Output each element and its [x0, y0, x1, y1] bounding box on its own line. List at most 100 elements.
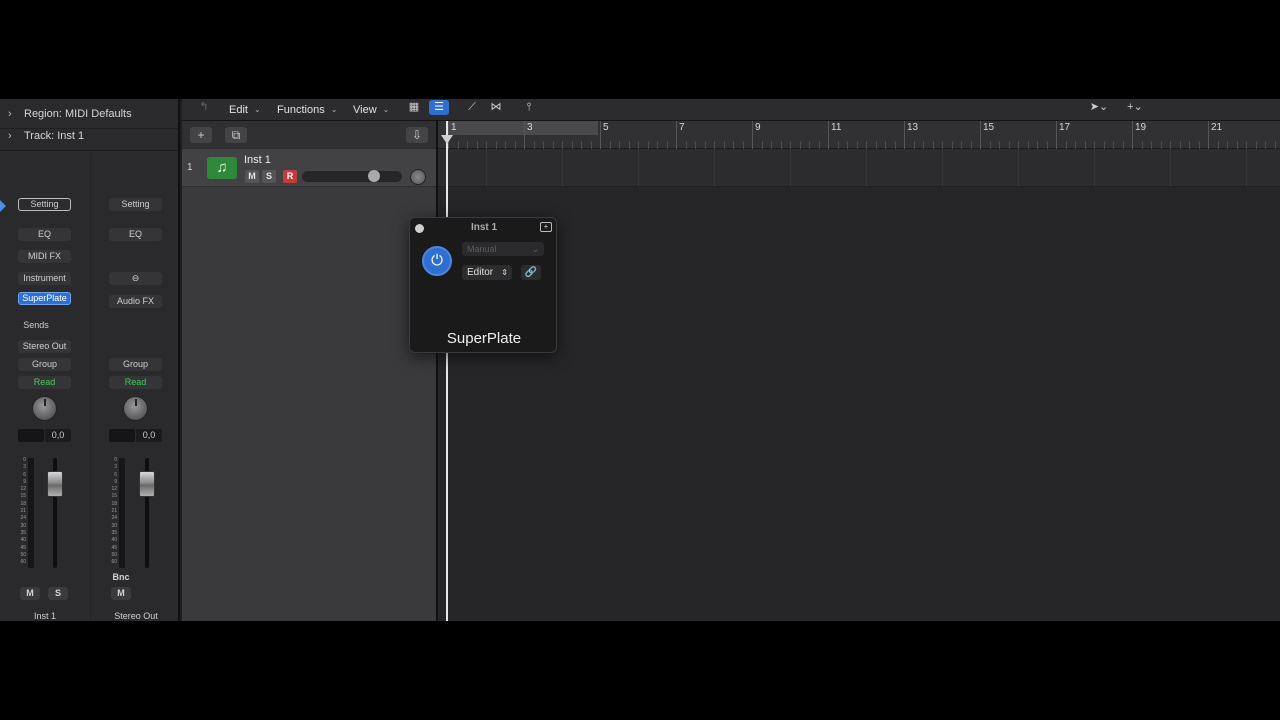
sub-tick	[799, 141, 801, 149]
mute-button[interactable]: M	[111, 587, 131, 600]
level-meter	[28, 458, 34, 568]
power-icon[interactable]: ⏻	[422, 246, 452, 276]
record-enable-button[interactable]: R	[283, 170, 297, 183]
sub-tick	[552, 141, 554, 149]
instrument-slot[interactable]: Instrument	[18, 272, 71, 285]
grid-view-icon[interactable]: ▦	[404, 100, 424, 115]
eq-slot[interactable]: EQ	[109, 228, 162, 241]
automation-mode-button[interactable]: Read	[18, 376, 71, 389]
music-note-icon[interactable]: ♫	[207, 157, 237, 179]
track-header-row[interactable]: 1 ♫ Inst 1 M S R	[182, 149, 436, 187]
sub-tick	[1037, 141, 1038, 149]
midi-fx-slot[interactable]: MIDI FX	[18, 250, 71, 263]
track-lane[interactable]	[438, 149, 1280, 187]
grid-line	[942, 149, 943, 187]
crossfade-icon[interactable]: ⋈	[486, 100, 506, 115]
meter-scale-label: 60	[111, 559, 117, 566]
bar-tick	[1208, 121, 1209, 149]
link-icon[interactable]: ⊖	[109, 272, 162, 285]
eq-slot[interactable]: EQ	[18, 228, 71, 241]
cycle-region[interactable]	[448, 121, 598, 135]
sub-tick	[942, 141, 943, 149]
sub-tick	[733, 141, 734, 149]
bar-number: 9	[755, 122, 761, 133]
group-slot[interactable]: Group	[109, 358, 162, 371]
volume-fader-cap[interactable]	[47, 471, 63, 497]
secondary-tool-icon[interactable]: +⌄	[1120, 100, 1150, 115]
meter-scale: 0 3 6 9 12 15 18 21 24 30 35 40 45 50 60	[14, 457, 26, 567]
chevron-down-icon: ⌄	[531, 244, 539, 254]
strip-name: Stereo Out	[114, 611, 158, 621]
track-volume-slider[interactable]	[302, 170, 402, 182]
catch-icon[interactable]: ⇩	[406, 127, 428, 143]
bounce-button[interactable]: Bnc	[111, 571, 131, 584]
sub-tick	[989, 141, 991, 149]
updown-chevron-icon: ⇕	[501, 268, 508, 277]
sub-tick	[638, 141, 639, 149]
preset-dropdown[interactable]: Manual ⌄	[462, 242, 544, 256]
expand-icon[interactable]: +	[540, 222, 552, 232]
solo-button[interactable]: S	[48, 587, 68, 600]
duplicate-track-icon[interactable]: ⧉	[225, 127, 247, 143]
sub-tick	[1065, 141, 1067, 149]
chevron-down-icon: ⌄	[382, 105, 390, 114]
view-mode-dropdown[interactable]: Editor ⇕	[462, 265, 512, 280]
balance-knob[interactable]	[123, 396, 148, 421]
sub-tick	[666, 141, 668, 149]
bar-number: 11	[831, 122, 842, 133]
pan-knob[interactable]	[32, 396, 57, 421]
view-menu[interactable]: View ⌄	[353, 99, 389, 121]
sub-tick	[1141, 141, 1143, 149]
plugin-slot-superplate[interactable]: SuperPlate	[18, 292, 71, 305]
volume-slider-thumb[interactable]	[368, 170, 380, 182]
track-solo-button[interactable]: S	[262, 170, 276, 183]
sub-tick	[1160, 141, 1162, 149]
volume-fader-cap[interactable]	[139, 471, 155, 497]
track-pan-knob[interactable]	[410, 169, 426, 185]
bar-tick	[1056, 121, 1057, 149]
edit-menu[interactable]: Edit ⌄	[229, 99, 261, 121]
volume-value: 0,0	[136, 429, 162, 442]
sub-tick	[1122, 141, 1124, 149]
plugin-window[interactable]: Inst 1 + ⏻ Manual ⌄ Editor ⇕ 🔗 SuperPlate	[409, 217, 557, 353]
sub-tick	[894, 141, 896, 149]
setting-button[interactable]: Setting	[18, 198, 71, 211]
functions-menu[interactable]: Functions ⌄	[277, 99, 337, 121]
bar-number: 19	[1135, 122, 1147, 133]
sub-tick	[543, 141, 544, 149]
output-slot[interactable]: Stereo Out	[18, 340, 71, 353]
snap-icon[interactable]: ⫯	[519, 100, 539, 115]
pointer-tool-icon[interactable]: ➤⌄	[1084, 100, 1114, 115]
track-mute-button[interactable]: M	[245, 170, 259, 183]
automation-mode-button[interactable]: Read	[109, 376, 162, 389]
flex-tool-icon[interactable]: ⟋	[462, 100, 482, 115]
list-view-icon[interactable]: ☰	[429, 100, 449, 115]
sub-tick	[847, 141, 848, 149]
mute-button[interactable]: M	[20, 587, 40, 600]
sub-tick	[609, 141, 611, 149]
bar-ruler[interactable]: 135791113151719212	[438, 121, 1280, 149]
playhead-triangle-icon[interactable]	[441, 135, 453, 144]
sub-tick	[885, 141, 886, 149]
back-arrow-icon[interactable]: ↰	[194, 100, 214, 115]
track-header-toolbar: + ⧉ ⇩	[182, 121, 436, 149]
bar-number: 5	[603, 122, 609, 133]
sub-tick	[856, 141, 858, 149]
track-inspector-header[interactable]: › Track: Inst 1	[0, 121, 178, 151]
sub-tick	[1227, 141, 1228, 149]
sub-tick	[657, 141, 658, 149]
group-slot[interactable]: Group	[18, 358, 71, 371]
audio-fx-slot[interactable]: Audio FX	[109, 295, 162, 308]
arrange-area[interactable]: 135791113151719212	[436, 121, 1280, 621]
setting-button[interactable]: Setting	[109, 198, 162, 211]
track-name[interactable]: Inst 1	[244, 154, 271, 166]
chevron-right-icon: ›	[8, 129, 12, 142]
add-track-button[interactable]: +	[190, 127, 212, 143]
track-value: Inst 1	[57, 129, 85, 142]
inspector: › Region: MIDI Defaults › Track: Inst 1 …	[0, 99, 180, 621]
grid-line	[714, 149, 715, 187]
playhead[interactable]	[446, 121, 448, 621]
link-icon[interactable]: 🔗	[521, 265, 541, 280]
grid-line	[1018, 149, 1019, 187]
sub-tick	[1027, 141, 1029, 149]
